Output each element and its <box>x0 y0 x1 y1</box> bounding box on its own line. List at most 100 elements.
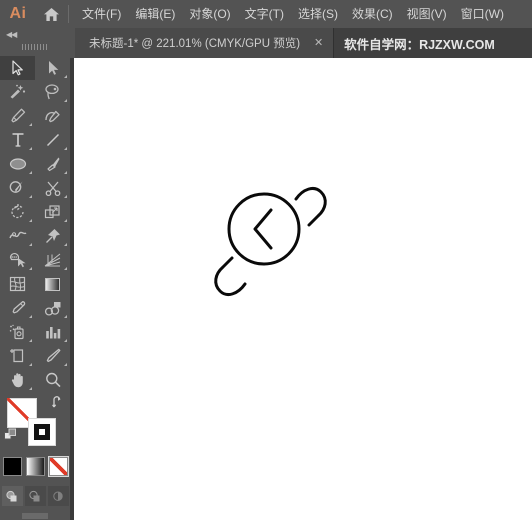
free-transform-pin-icon <box>45 229 60 243</box>
menu-edit[interactable]: 编辑(E) <box>128 3 182 25</box>
tool-flyout-marker <box>64 171 67 174</box>
line-segment-tool[interactable] <box>35 128 70 152</box>
perspective-grid-tool[interactable] <box>35 248 70 272</box>
shaper-tool[interactable] <box>0 176 35 200</box>
color-mode-swatch[interactable] <box>2 457 22 476</box>
pen-tool[interactable] <box>0 104 35 128</box>
tool-flyout-marker <box>64 267 67 270</box>
document-tab-bar: 未标题-1* @ 221.01% (CMYK/GPU 预览) ✕ 软件自学网：R… <box>75 28 532 58</box>
panel-bottom-handle[interactable] <box>0 513 70 519</box>
mesh-tool[interactable] <box>0 272 35 296</box>
swap-arrows-glyph <box>52 396 61 408</box>
rotate-tool[interactable] <box>0 200 35 224</box>
bottom-left-hook <box>214 256 247 296</box>
hand-tool[interactable] <box>0 368 35 392</box>
width-tool[interactable] <box>0 224 35 248</box>
eyedropper-icon <box>12 300 25 314</box>
artboard-canvas[interactable] <box>74 58 532 520</box>
scissors-tool[interactable] <box>35 176 70 200</box>
draw-behind-icon <box>29 490 40 501</box>
menubar-divider <box>68 5 69 23</box>
shape-builder-tool[interactable] <box>0 248 35 272</box>
tool-flyout-marker <box>64 363 67 366</box>
column-graph-tool[interactable] <box>35 320 70 344</box>
tool-flyout-marker <box>29 147 32 150</box>
swap-fill-stroke-icon[interactable] <box>51 396 64 414</box>
tool-flyout-marker <box>29 171 32 174</box>
menu-select[interactable]: 选择(S) <box>291 3 345 25</box>
perspective-grid-icon <box>44 253 61 266</box>
menu-file[interactable]: 文件(F) <box>75 3 128 25</box>
symbol-sprayer-tool[interactable] <box>0 320 35 344</box>
menu-bar: Ai 文件(F) 编辑(E) 对象(O) 文字(T) 选择(S) 效果(C) 视… <box>0 0 532 28</box>
menu-type[interactable]: 文字(T) <box>238 3 291 25</box>
draw-normal-button[interactable] <box>1 486 23 506</box>
ellipse-tool[interactable] <box>0 152 35 176</box>
close-icon[interactable]: ✕ <box>312 37 325 50</box>
slice-knife-icon <box>46 348 60 363</box>
tool-flyout-marker <box>64 147 67 150</box>
lasso-icon <box>45 84 59 100</box>
free-transform-tool[interactable] <box>35 224 70 248</box>
slice-tool[interactable] <box>35 344 70 368</box>
stroke-swatch[interactable] <box>28 418 56 446</box>
paintbrush-tool[interactable] <box>35 152 70 176</box>
draw-normal-icon <box>6 490 17 501</box>
tool-flyout-marker <box>29 195 32 198</box>
tool-flyout-marker <box>29 219 32 222</box>
magic-wand-tool[interactable] <box>0 80 35 104</box>
blend-tool[interactable] <box>35 296 70 320</box>
default-swatches-glyph <box>4 428 16 440</box>
mesh-icon <box>9 276 26 292</box>
none-mode-swatch[interactable] <box>47 456 69 477</box>
magnifier-icon <box>45 372 61 388</box>
tool-flyout-marker <box>29 363 32 366</box>
column-graph-icon <box>45 326 60 338</box>
artboard-tool[interactable] <box>0 344 35 368</box>
lasso-tool[interactable] <box>35 80 70 104</box>
selection-tool[interactable] <box>0 56 35 80</box>
draw-inside-button[interactable] <box>47 486 69 506</box>
gradient-icon <box>45 277 60 291</box>
draw-behind-button[interactable] <box>24 486 46 506</box>
type-tool[interactable] <box>0 128 35 152</box>
app-logo: Ai <box>9 5 27 22</box>
home-icon[interactable] <box>36 0 66 28</box>
none-slash-icon <box>49 458 67 475</box>
menu-window[interactable]: 窗口(W) <box>454 3 511 25</box>
arrow-badge-artwork <box>214 187 327 296</box>
menu-items: 文件(F) 编辑(E) 对象(O) 文字(T) 选择(S) 效果(C) 视图(V… <box>75 3 511 25</box>
color-mode-row <box>0 456 70 481</box>
document-tab[interactable]: 未标题-1* @ 221.01% (CMYK/GPU 预览) ✕ <box>75 28 335 58</box>
stroke-swatch-hole <box>39 429 45 435</box>
menu-view[interactable]: 视图(V) <box>400 3 454 25</box>
direct-selection-tool[interactable] <box>35 56 70 80</box>
symbol-sprayer-icon <box>9 324 24 340</box>
eyedropper-tool[interactable] <box>0 296 35 320</box>
tool-flyout-marker <box>64 99 67 102</box>
zoom-tool[interactable] <box>35 368 70 392</box>
menu-effect[interactable]: 效果(C) <box>345 3 400 25</box>
paintbrush-icon <box>46 157 59 172</box>
scissors-icon <box>45 181 60 196</box>
gradient-mode-swatch[interactable] <box>25 457 45 476</box>
curvature-tool[interactable] <box>35 104 70 128</box>
tool-flyout-marker <box>29 123 32 126</box>
scale-tool[interactable] <box>35 200 70 224</box>
direct-selection-arrow-icon <box>48 61 58 75</box>
menu-object[interactable]: 对象(O) <box>182 3 237 25</box>
tool-flyout-marker <box>64 243 67 246</box>
tool-flyout-marker <box>29 267 32 270</box>
magic-wand-icon <box>10 84 26 99</box>
selection-arrow-icon <box>11 60 23 76</box>
artboard-icon <box>10 349 24 363</box>
default-fill-stroke-icon[interactable] <box>4 428 18 447</box>
tool-flyout-marker <box>64 219 67 222</box>
panel-collapse-icon[interactable]: ◀◀ <box>0 28 70 40</box>
width-icon <box>8 231 26 239</box>
tool-grid <box>0 54 70 392</box>
panel-drag-handle[interactable] <box>0 40 70 54</box>
gradient-tool[interactable] <box>35 272 70 296</box>
chevron-left <box>253 208 273 250</box>
type-T-icon <box>12 133 23 147</box>
